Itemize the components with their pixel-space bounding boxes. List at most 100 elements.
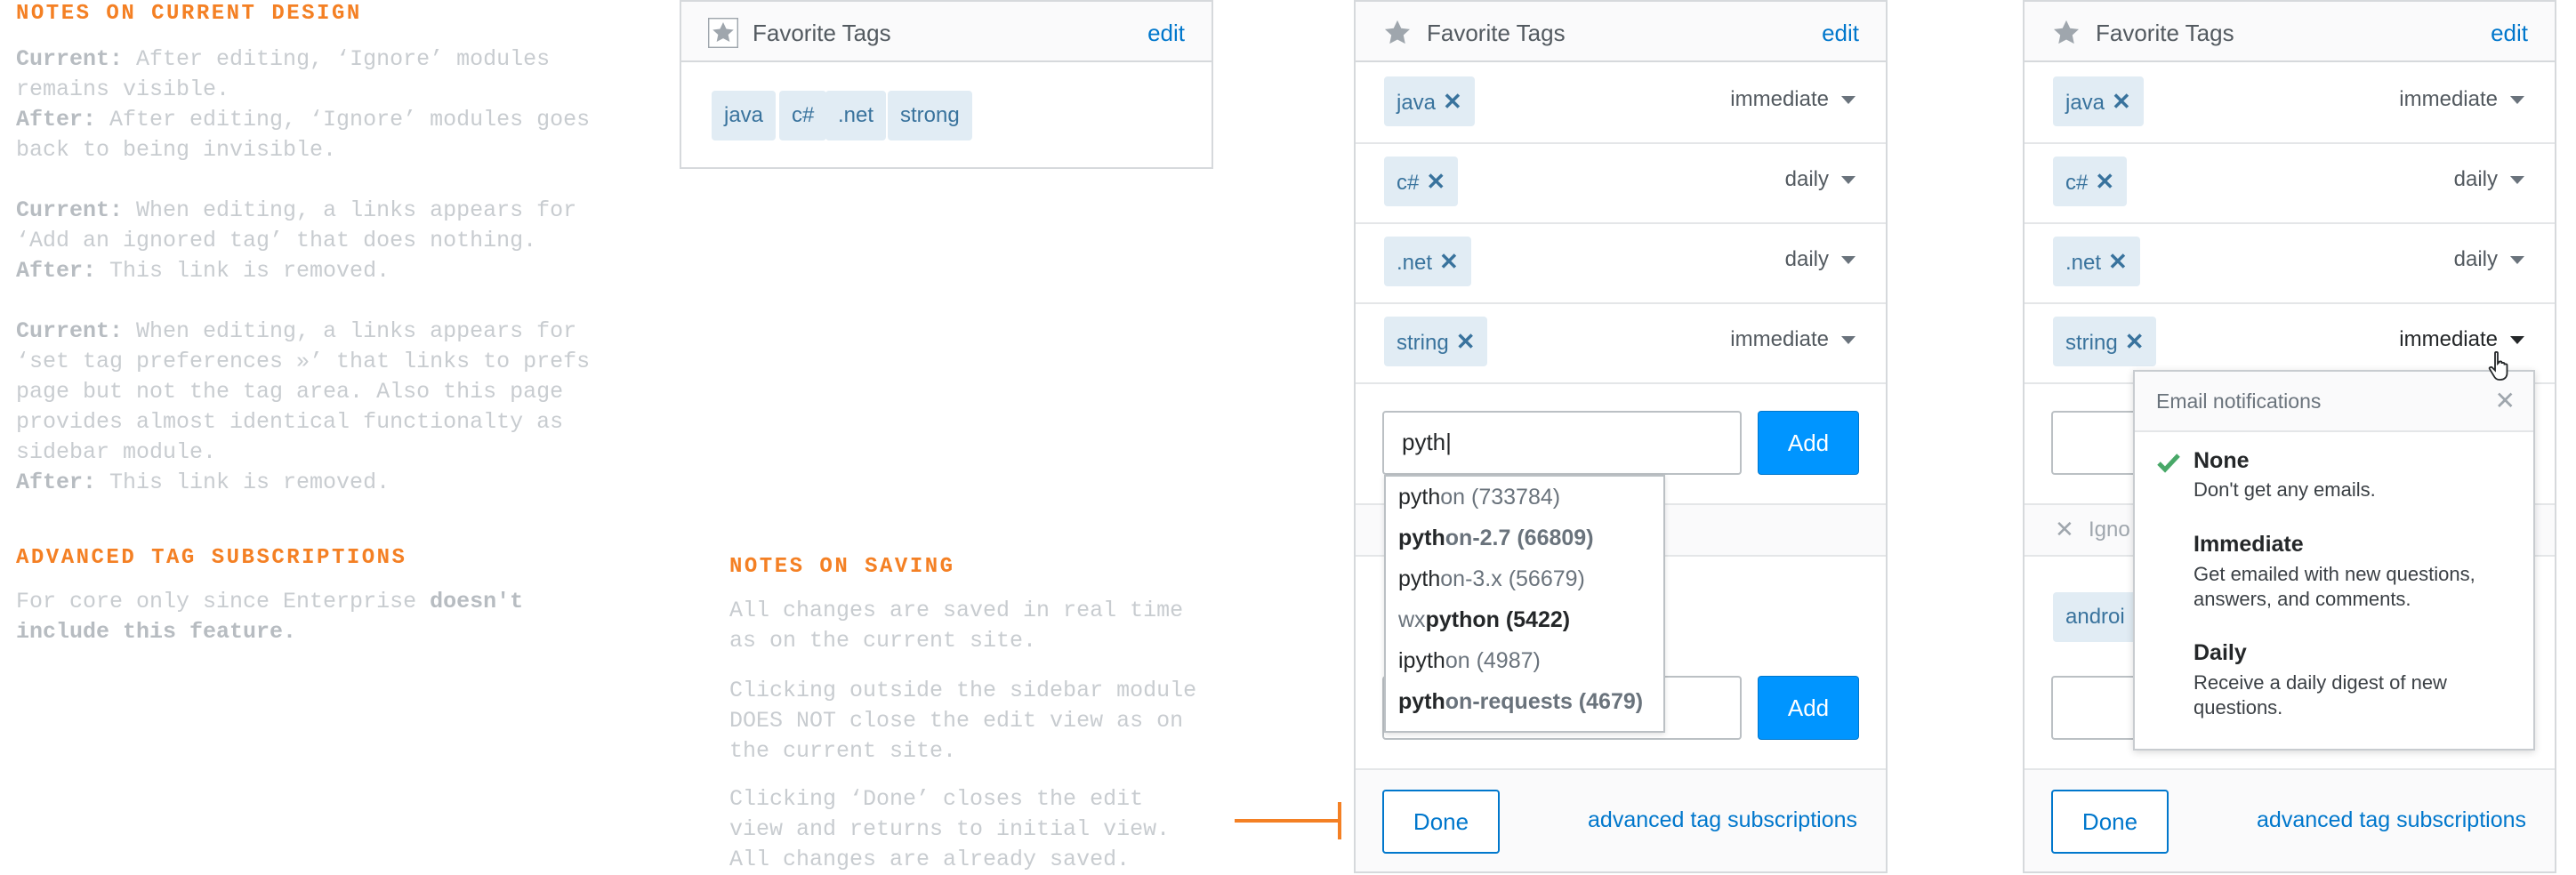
ignored-tags-title: Igno: [2089, 518, 2130, 542]
tag-label: string: [1397, 331, 1449, 355]
star-icon: [2053, 20, 2080, 44]
frequency-select[interactable]: daily: [1785, 247, 1856, 272]
option-name: Daily: [2194, 640, 2247, 665]
edit-link[interactable]: edit: [1822, 20, 1859, 47]
frequency-select[interactable]: immediate: [2399, 87, 2524, 112]
add-button-label: Add: [1787, 694, 1830, 721]
remove-tag-icon[interactable]: ✕: [2112, 76, 2131, 126]
tag-label: java: [1397, 91, 1437, 115]
tag-java[interactable]: java ✕: [2053, 76, 2144, 126]
frequency-select[interactable]: daily: [1785, 167, 1856, 192]
input-value: pyth|: [1402, 429, 1452, 455]
edit-link[interactable]: edit: [1147, 20, 1185, 47]
frequency-select-active[interactable]: immediate: [2399, 327, 2524, 352]
option-desc: Don't get any emails.: [2194, 478, 2376, 501]
hand-cursor-icon: [2488, 350, 2508, 381]
caret-down-icon: [2510, 256, 2524, 265]
tag-label: strong: [900, 103, 960, 127]
suggestion-item[interactable]: ipython (4987): [1386, 640, 1663, 681]
suggestion-prefix: wx: [1398, 607, 1426, 632]
close-icon[interactable]: ✕: [2495, 386, 2516, 415]
done-button[interactable]: Done: [1382, 790, 1500, 854]
add-tag-input[interactable]: pyth|: [1382, 411, 1742, 475]
suggestion-match: pyth: [1398, 689, 1445, 714]
frequency-label: daily: [2453, 167, 2498, 191]
tag-java[interactable]: java: [712, 91, 777, 140]
frequency-select[interactable]: daily: [2454, 247, 2524, 272]
divider: [1356, 222, 1886, 224]
favorite-tags-panel-notifications: Favorite Tags edit java ✕ immediate c# ✕ d…: [2023, 0, 2556, 873]
tag-label: string: [2065, 331, 2118, 355]
add-button[interactable]: Add: [1758, 411, 1859, 475]
tag-csharp[interactable]: c#: [779, 91, 827, 140]
divider: [1356, 382, 1886, 384]
tag-label: .net: [1397, 251, 1433, 275]
tag-android[interactable]: androi: [2053, 592, 2137, 642]
notification-option-daily[interactable]: Daily Receive a daily digest of new ques…: [2135, 640, 2533, 726]
tag-java[interactable]: java ✕: [1384, 76, 1475, 126]
tag-strong[interactable]: strong: [888, 91, 972, 140]
option-name: Immediate: [2194, 532, 2304, 557]
notes-advanced-heading: ADVANCED TAG SUBSCRIPTIONS: [16, 546, 407, 570]
tag-dotnet[interactable]: .net ✕: [1384, 237, 1471, 286]
favorite-tags-panel-view: Favorite Tags edit java c# .net strong: [680, 0, 1213, 169]
suggestion-rest: on-requests (4679): [1445, 689, 1644, 714]
panel-title: Favorite Tags: [2096, 20, 2234, 46]
panel-header: Favorite Tags edit: [2025, 2, 2555, 62]
add-ignored-button[interactable]: Add: [1758, 676, 1859, 740]
tag-string[interactable]: string ✕: [1384, 317, 1488, 366]
suggestion-rest: python (5422): [1425, 607, 1571, 632]
suggestion-match: pyth: [1398, 526, 1445, 550]
note-emphasis: include this feature.: [16, 619, 297, 645]
suggestion-match: ipyth: [1398, 648, 1445, 673]
edit-link[interactable]: edit: [2491, 20, 2528, 47]
star-icon: [1384, 20, 1411, 44]
suggestion-item[interactable]: wxpython (5422): [1386, 599, 1663, 640]
tag-label: c#: [2065, 171, 2089, 195]
remove-tag-icon[interactable]: ✕: [1456, 317, 1476, 366]
divider: [1356, 142, 1886, 144]
panel-header: Favorite Tags edit: [681, 2, 1212, 62]
caret-down-icon: [1841, 256, 1856, 265]
tag-csharp[interactable]: c# ✕: [2053, 157, 2128, 206]
remove-tag-icon[interactable]: ✕: [2095, 157, 2114, 206]
notes-saving-p2: Clicking outside the sidebar module DOES…: [729, 678, 1197, 764]
suggestion-item[interactable]: python-requests (4679): [1386, 681, 1663, 722]
frequency-label: immediate: [2399, 87, 2498, 111]
frequency-label: daily: [1784, 167, 1829, 191]
frequency-select[interactable]: immediate: [1730, 87, 1856, 112]
tag-string[interactable]: string ✕: [2053, 317, 2157, 366]
done-button[interactable]: Done: [2051, 790, 2169, 854]
suggestion-item[interactable]: python-2.7 (66809): [1386, 518, 1663, 558]
remove-tag-icon[interactable]: ✕: [1426, 157, 1445, 206]
note-label: After:: [16, 107, 97, 132]
suggestion-item[interactable]: python (733784): [1386, 477, 1663, 518]
remove-tag-icon[interactable]: ✕: [2125, 317, 2145, 366]
autocomplete-dropdown: python (733784) python-2.7 (66809) pytho…: [1384, 475, 1665, 733]
remove-tag-icon[interactable]: ✕: [1439, 237, 1459, 286]
frequency-select[interactable]: daily: [2454, 167, 2524, 192]
suggestion-rest: on-3.x (56679): [1440, 566, 1585, 591]
notification-option-immediate[interactable]: Immediate Get emailed with new questions…: [2135, 532, 2533, 617]
suggestion-item[interactable]: python-3.x (56679): [1386, 558, 1663, 599]
notification-option-none[interactable]: None Don't get any emails.: [2135, 448, 2533, 510]
frequency-select[interactable]: immediate: [1730, 327, 1856, 352]
note-emphasis: doesn't: [430, 589, 524, 614]
tag-label: androi: [2065, 605, 2125, 629]
option-desc: Get emailed with new questions, answers,…: [2194, 563, 2475, 610]
advanced-tag-subscriptions-link[interactable]: advanced tag subscriptions: [1588, 807, 1857, 833]
note-label: Current:: [16, 46, 124, 72]
suggestion-rest: on (733784): [1440, 485, 1561, 510]
note-body: After editing, ‘Ignore’ modules goes bac…: [16, 107, 591, 163]
tag-dotnet[interactable]: .net ✕: [2053, 237, 2140, 286]
frequency-label: immediate: [1730, 327, 1829, 351]
remove-tag-icon[interactable]: ✕: [2108, 237, 2128, 286]
advanced-tag-subscriptions-link[interactable]: advanced tag subscriptions: [2257, 807, 2526, 833]
remove-tag-icon[interactable]: ✕: [1443, 76, 1462, 126]
notes-current-design-text: Current: After editing, ‘Ignore’ modules…: [16, 44, 590, 498]
suggestion-match: pyth: [1398, 566, 1441, 591]
tag-dotnet[interactable]: .net: [825, 91, 887, 140]
caret-down-icon: [2510, 336, 2524, 345]
caret-down-icon: [1841, 96, 1856, 105]
tag-csharp[interactable]: c# ✕: [1384, 157, 1459, 206]
